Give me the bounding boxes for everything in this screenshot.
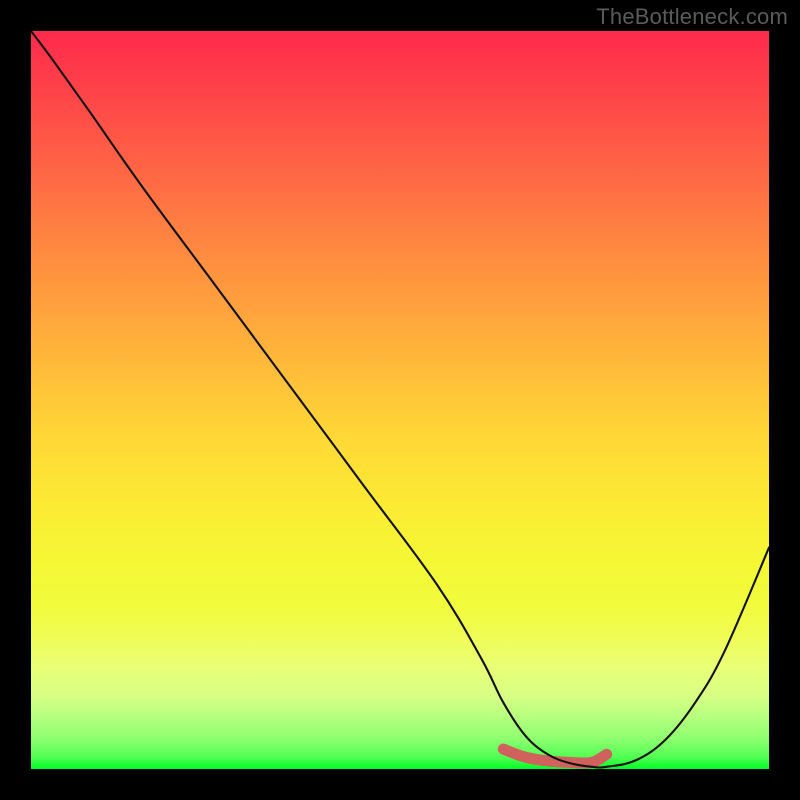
plot-area xyxy=(31,31,769,769)
sweet-spot-highlight xyxy=(503,749,606,763)
chart-svg xyxy=(31,31,769,769)
bottleneck-curve-line xyxy=(31,31,769,767)
chart-container: TheBottleneck.com xyxy=(0,0,800,800)
watermark-text: TheBottleneck.com xyxy=(596,4,788,30)
